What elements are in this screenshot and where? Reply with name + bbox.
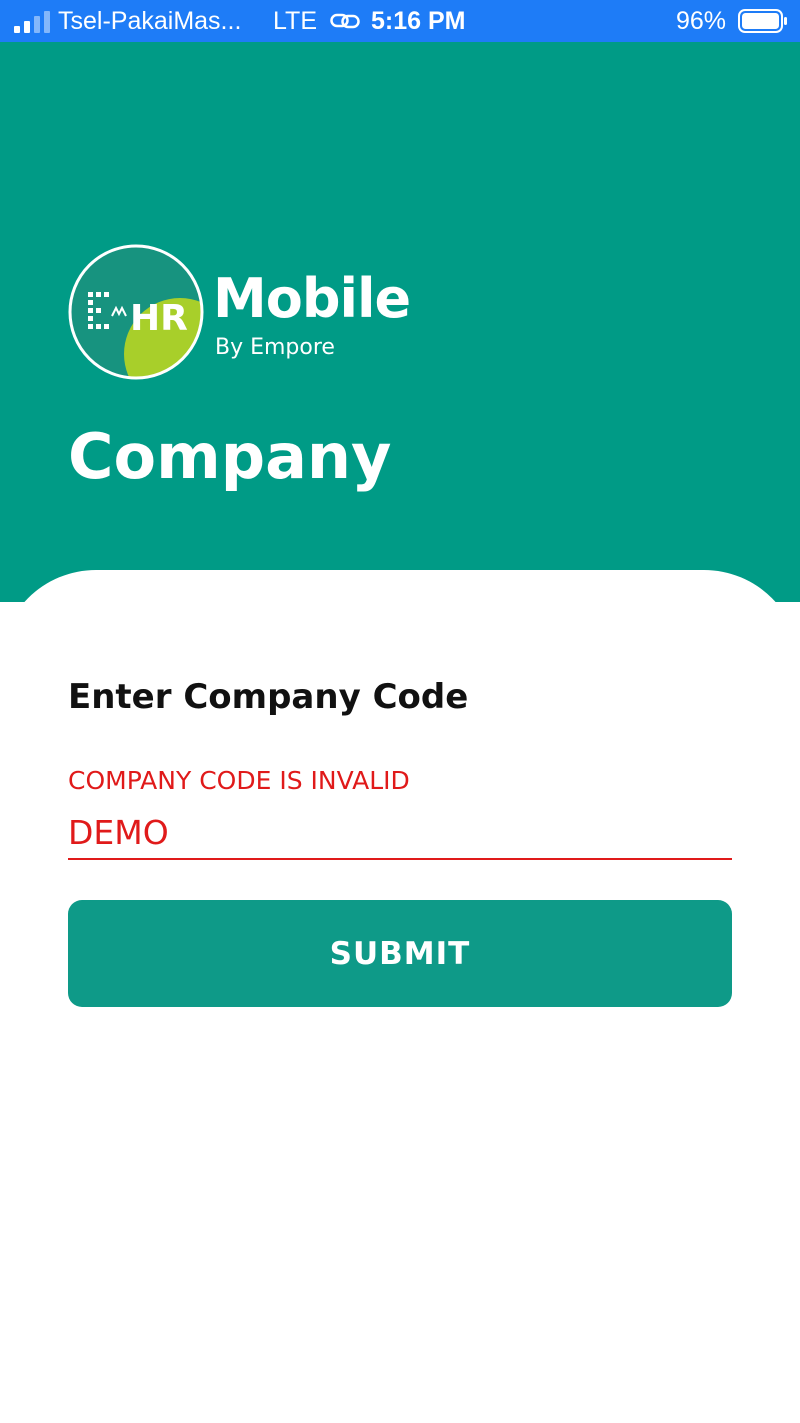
svg-text:HR: HR: [130, 298, 188, 339]
carrier-name: Tsel-PakaiMas...: [58, 7, 242, 35]
clock: 5:16 PM: [371, 7, 466, 35]
app-logo: HR Mobile By Empore: [68, 242, 411, 382]
form-card: Enter Company Code COMPANY CODE IS INVAL…: [0, 570, 800, 1423]
ehr-logo-badge: HR: [68, 244, 204, 380]
battery-icon: [738, 9, 787, 33]
error-message: COMPANY CODE IS INVALID: [68, 766, 410, 795]
signal-strength-icon: [14, 11, 50, 33]
page-title: Company: [68, 420, 392, 493]
company-code-input[interactable]: [68, 806, 732, 860]
submit-button[interactable]: SUBMIT: [68, 900, 732, 1007]
brand-byline: By Empore: [215, 335, 335, 360]
battery-percentage: 96%: [676, 7, 727, 35]
status-bar: Tsel-PakaiMas... LTE 5:16 PM 96%: [0, 0, 800, 42]
app-name: Mobile: [213, 267, 411, 330]
link-icon: [330, 13, 360, 29]
form-heading: Enter Company Code: [68, 677, 469, 717]
network-type: LTE: [273, 7, 317, 35]
